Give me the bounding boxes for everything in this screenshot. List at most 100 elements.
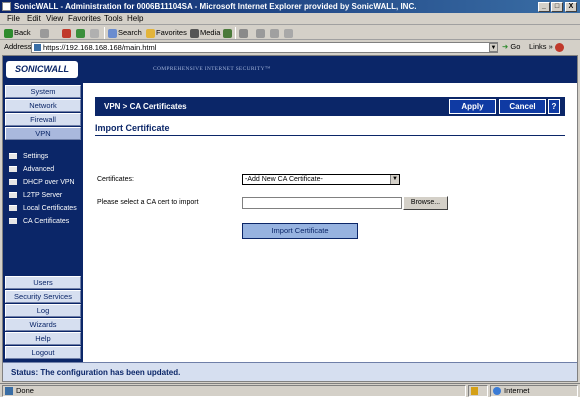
discuss-icon xyxy=(284,28,293,38)
menu-view[interactable]: View xyxy=(46,14,63,24)
menu-help[interactable]: Help xyxy=(127,14,143,24)
refresh-button[interactable] xyxy=(76,27,86,39)
go-button[interactable]: ➜ Go xyxy=(502,42,520,51)
nav-firewall[interactable]: Firewall xyxy=(5,113,81,126)
sonicwall-logo: SONICWALL xyxy=(6,61,78,78)
menu-favorites[interactable]: Favorites xyxy=(68,14,101,24)
toolbar-separator xyxy=(235,27,236,39)
nav-system[interactable]: System xyxy=(5,85,81,98)
url-input[interactable]: https://192.168.168.168/main.html xyxy=(31,42,498,53)
print-icon xyxy=(256,28,265,38)
zone-panel: Internet xyxy=(490,385,578,397)
certificates-label: Certificates: xyxy=(97,176,134,183)
window-title-bar: SonicWALL - Administration for 0006B1110… xyxy=(0,0,580,13)
lock-panel xyxy=(468,385,488,397)
globe-icon xyxy=(493,387,501,396)
forward-arrow-icon xyxy=(40,28,49,38)
subnav-dhcp-over-vpn[interactable]: DHCP over VPN xyxy=(9,177,75,188)
stop-button[interactable] xyxy=(62,27,72,39)
home-button[interactable] xyxy=(90,27,100,39)
help-button[interactable]: ? xyxy=(548,99,560,114)
minimize-button[interactable]: _ xyxy=(538,2,550,12)
stop-icon xyxy=(62,28,71,38)
toolbar-extra-icon[interactable] xyxy=(555,43,564,52)
nav-logout[interactable]: Logout xyxy=(5,346,81,359)
web-page: SONICWALL COMPREHENSIVE INTERNET SECURIT… xyxy=(2,55,578,382)
subnav-advanced[interactable]: Advanced xyxy=(9,164,54,175)
certificates-select-value: -Add New CA Certificate- xyxy=(245,176,323,183)
mail-icon xyxy=(239,28,248,38)
import-certificate-button[interactable]: Import Certificate xyxy=(242,223,358,239)
browser-status-bar: Done Internet xyxy=(0,383,580,397)
menu-edit[interactable]: Edit xyxy=(27,14,41,24)
sidebar: System Network Firewall VPN Settings Adv… xyxy=(3,83,83,381)
back-button[interactable]: Back xyxy=(4,27,31,39)
apply-button[interactable]: Apply xyxy=(449,99,496,114)
menu-bar: File Edit View Favorites Tools Help xyxy=(0,13,580,25)
file-path-input[interactable] xyxy=(242,197,402,209)
nav-network[interactable]: Network xyxy=(5,99,81,112)
edit-button[interactable] xyxy=(270,27,280,39)
address-dropdown-button[interactable]: ▼ xyxy=(489,43,498,52)
page-done-icon xyxy=(5,387,13,396)
lock-icon xyxy=(471,387,478,396)
file-label: Please select a CA cert to import xyxy=(97,199,199,206)
sonicwall-header: SONICWALL COMPREHENSIVE INTERNET SECURIT… xyxy=(3,56,577,83)
subnav-settings[interactable]: Settings xyxy=(9,151,48,162)
address-label: Address xyxy=(4,42,32,51)
print-button[interactable] xyxy=(256,27,266,39)
section-title: Import Certificate xyxy=(95,123,565,136)
go-arrow-icon: ➜ xyxy=(502,42,509,51)
history-icon xyxy=(223,28,232,38)
links-button[interactable]: Links » xyxy=(529,42,553,51)
nav-vpn[interactable]: VPN xyxy=(5,127,81,140)
certificates-select[interactable]: -Add New CA Certificate- ▼ xyxy=(242,174,400,185)
toolbar: Back Search Favorites Media xyxy=(0,26,580,40)
folder-icon xyxy=(9,205,17,212)
mail-button[interactable] xyxy=(239,27,249,39)
subnav-local-certificates[interactable]: Local Certificates xyxy=(9,203,77,214)
history-button[interactable] xyxy=(223,27,233,39)
back-arrow-icon xyxy=(4,28,13,38)
folder-icon xyxy=(9,218,17,225)
folder-icon xyxy=(9,153,17,160)
toolbar-separator xyxy=(104,27,105,39)
forward-button[interactable] xyxy=(40,27,50,39)
tagline: COMPREHENSIVE INTERNET SECURITY™ xyxy=(153,66,271,72)
nav-security-services[interactable]: Security Services xyxy=(5,290,81,303)
page-icon xyxy=(34,44,41,51)
search-icon xyxy=(108,28,117,38)
subnav-ca-certificates[interactable]: CA Certificates xyxy=(9,216,69,227)
chevron-down-icon: ▼ xyxy=(390,175,399,184)
maximize-button[interactable]: □ xyxy=(551,2,563,12)
discuss-button[interactable] xyxy=(284,27,294,39)
edit-icon xyxy=(270,28,279,38)
subnav-l2tp-server[interactable]: L2TP Server xyxy=(9,190,62,201)
address-bar: Address https://192.168.168.168/main.htm… xyxy=(0,41,580,54)
cancel-button[interactable]: Cancel xyxy=(499,99,546,114)
nav-log[interactable]: Log xyxy=(5,304,81,317)
favorites-button[interactable]: Favorites xyxy=(146,27,187,39)
search-button[interactable]: Search xyxy=(108,27,142,39)
page-title: VPN > CA Certificates xyxy=(104,102,187,111)
media-button[interactable]: Media xyxy=(190,27,220,39)
window-title: SonicWALL - Administration for 0006B1110… xyxy=(14,2,417,11)
status-done: Done xyxy=(2,385,466,397)
refresh-icon xyxy=(76,28,85,38)
menu-file[interactable]: File xyxy=(7,14,20,24)
home-icon xyxy=(90,28,99,38)
media-icon xyxy=(190,28,199,38)
status-text: Status: The configuration has been updat… xyxy=(11,368,181,377)
content-area: VPN > CA Certificates Apply Cancel ? Imp… xyxy=(83,83,577,381)
favorites-icon xyxy=(146,28,155,38)
browse-button[interactable]: Browse... xyxy=(403,196,448,210)
app-icon xyxy=(2,2,11,11)
nav-help[interactable]: Help xyxy=(5,332,81,345)
menu-tools[interactable]: Tools xyxy=(104,14,123,24)
content-title-bar: VPN > CA Certificates Apply Cancel ? xyxy=(95,97,565,116)
folder-icon xyxy=(9,166,17,173)
nav-users[interactable]: Users xyxy=(5,276,81,289)
nav-wizards[interactable]: Wizards xyxy=(5,318,81,331)
folder-icon xyxy=(9,192,17,199)
close-button[interactable]: X xyxy=(565,2,577,12)
